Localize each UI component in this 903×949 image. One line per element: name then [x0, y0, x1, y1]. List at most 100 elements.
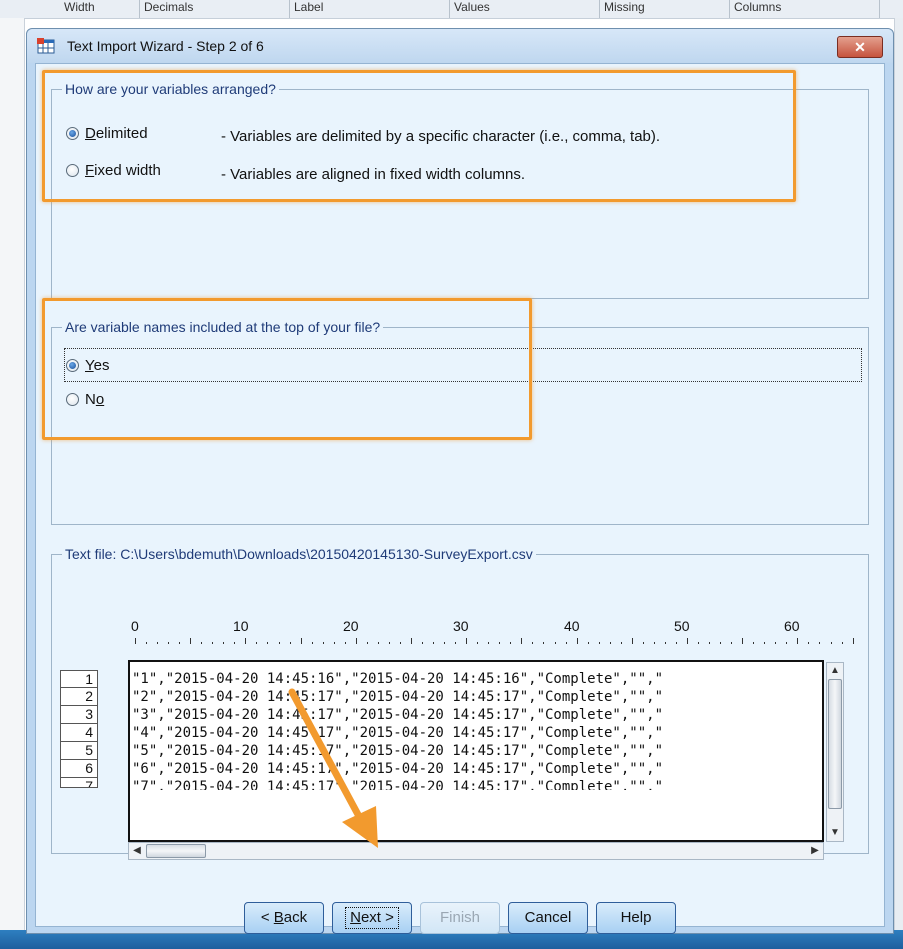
scroll-right-arrow-icon[interactable]: ▶	[807, 843, 823, 859]
ruler-tick	[532, 642, 534, 644]
dialog-titlebar[interactable]: Text Import Wizard - Step 2 of 6 ✕	[27, 29, 893, 63]
ruler-tick	[808, 642, 810, 644]
table-import-icon	[37, 38, 55, 54]
horizontal-scroll-thumb[interactable]	[146, 844, 206, 858]
ruler-tick	[223, 642, 225, 644]
ruler-tick	[278, 642, 280, 644]
ruler-tick	[620, 642, 622, 644]
ruler-tick	[422, 642, 424, 644]
yes-radio[interactable]: Yes	[66, 357, 109, 374]
ruler-tick	[797, 638, 799, 644]
bg-col-columns: Columns	[730, 0, 880, 18]
ruler-tick	[245, 638, 247, 644]
ruler-tick	[355, 638, 357, 644]
bg-col-label: Label	[290, 0, 450, 18]
text-import-wizard-dialog: Text Import Wizard - Step 2 of 6 ✕ How a…	[26, 28, 894, 934]
ruler-tick	[786, 642, 788, 644]
yes-radio-button[interactable]	[66, 359, 79, 372]
delimited-radio[interactable]: Delimited	[66, 125, 148, 142]
next-button[interactable]: Next >	[332, 902, 412, 934]
ruler-label: 50	[674, 618, 690, 634]
ruler-tick	[653, 642, 655, 644]
no-radio[interactable]: No	[66, 391, 104, 408]
ruler-tick	[344, 642, 346, 644]
ruler-tick	[631, 638, 633, 644]
preview-line: "5","2015-04-20 14:45:17","2015-04-20 14…	[132, 743, 664, 759]
dialog-title: Text Import Wizard - Step 2 of 6	[67, 38, 264, 54]
ruler-tick	[179, 642, 181, 644]
bg-col-width: Width	[60, 0, 140, 18]
line-number: 2	[60, 688, 98, 706]
fixed-width-description: - Variables are aligned in fixed width c…	[221, 166, 526, 183]
back-button[interactable]: < Back	[244, 902, 324, 934]
help-button[interactable]: Help	[596, 902, 676, 934]
scroll-up-arrow-icon[interactable]: ▲	[827, 663, 843, 679]
ruler-tick	[311, 642, 313, 644]
text-file-label: Text file:	[65, 546, 117, 562]
ruler-tick	[664, 642, 666, 644]
preview-line: "2","2015-04-20 14:45:17","2015-04-20 14…	[132, 689, 664, 705]
vertical-scroll-thumb[interactable]	[828, 679, 842, 809]
file-preview[interactable]: "1","2015-04-20 14:45:16","2015-04-20 14…	[128, 660, 824, 842]
line-number: 6	[60, 760, 98, 778]
ruler-tick	[576, 638, 578, 644]
ruler-tick	[742, 638, 744, 644]
ruler-tick	[477, 642, 479, 644]
no-label: No	[85, 391, 105, 408]
preview-vertical-scrollbar[interactable]: ▲ ▼	[826, 662, 844, 842]
ruler-label: 10	[233, 618, 249, 634]
ruler-tick	[642, 642, 644, 644]
preview-line: "7","2015-04-20 14:45:17","2015-04-20 14…	[132, 779, 664, 790]
ruler-tick	[521, 638, 523, 644]
ruler-tick	[388, 642, 390, 644]
ruler-tick	[720, 642, 722, 644]
arrangement-group: How are your variables arranged?	[51, 81, 869, 299]
ruler-tick	[289, 642, 291, 644]
bg-col-missing: Missing	[600, 0, 730, 18]
ruler-tick	[190, 638, 192, 644]
ruler-tick	[411, 638, 412, 644]
ruler-tick	[753, 642, 755, 644]
close-button[interactable]: ✕	[837, 36, 883, 58]
ruler-tick	[377, 642, 379, 644]
ruler-tick	[609, 642, 611, 644]
ruler-tick	[366, 642, 368, 644]
ruler-tick	[819, 642, 821, 644]
ruler-tick	[455, 642, 457, 644]
ruler-tick	[510, 642, 512, 644]
ruler-tick	[256, 642, 258, 644]
preview-horizontal-scrollbar[interactable]: ◀ ▶	[128, 842, 824, 860]
ruler-tick	[488, 642, 490, 644]
ruler-tick	[852, 638, 854, 644]
scroll-left-arrow-icon[interactable]: ◀	[129, 843, 145, 859]
bg-col-values: Values	[450, 0, 600, 18]
ruler-tick	[587, 642, 589, 644]
preview-line: "6","2015-04-20 14:45:17","2015-04-20 14…	[132, 761, 664, 777]
ruler-tick	[201, 642, 203, 644]
fixed-width-radio-button[interactable]	[66, 164, 79, 177]
text-file-path: C:\Users\bdemuth\Downloads\2015042014513…	[120, 546, 533, 562]
delimited-label: Delimited	[85, 125, 148, 142]
dialog-client-area: How are your variables arranged? Delimit…	[35, 63, 885, 934]
background-column-headers: Width Decimals Label Values Missing Colu…	[0, 0, 903, 19]
ruler-tick	[709, 642, 711, 644]
ruler-tick	[499, 642, 501, 644]
ruler-tick	[565, 642, 567, 644]
column-ruler: 0 10 20 30 40 50 60	[116, 618, 854, 648]
fixed-width-label: Fixed width	[85, 162, 161, 179]
no-radio-button[interactable]	[66, 393, 79, 406]
cancel-button[interactable]: Cancel	[508, 902, 588, 934]
line-number: 4	[60, 724, 98, 742]
delimited-description: - Variables are delimited by a specific …	[221, 128, 661, 145]
background-row-headers	[0, 18, 25, 949]
yes-focus-rectangle	[64, 348, 862, 382]
yes-label: Yes	[85, 357, 110, 374]
variable-names-legend: Are variable names included at the top o…	[62, 319, 384, 335]
scroll-down-arrow-icon[interactable]: ▼	[827, 825, 843, 841]
delimited-radio-button[interactable]	[66, 127, 79, 140]
fixed-width-radio[interactable]: Fixed width	[66, 162, 161, 179]
finish-button[interactable]: Finish	[420, 902, 500, 934]
ruler-tick	[267, 642, 269, 644]
preview-line: "3","2015-04-20 14:45:17","2015-04-20 14…	[132, 707, 664, 723]
ruler-tick	[466, 638, 468, 644]
